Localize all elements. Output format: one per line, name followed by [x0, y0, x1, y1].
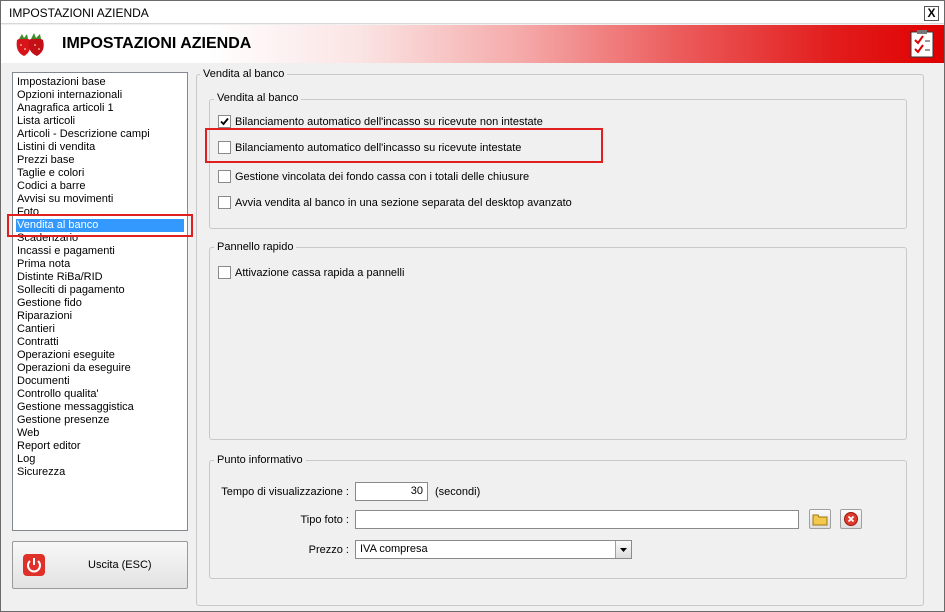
tempo-label: Tempo di visualizzazione : [221, 486, 349, 498]
tempo-unit: (secondi) [435, 486, 481, 498]
sidebar-item[interactable]: Cantieri [16, 323, 55, 336]
sidebar-item[interactable]: Codici a barre [16, 180, 85, 193]
title-bar: IMPOSTAZIONI AZIENDA X [1, 1, 944, 24]
clear-photo-button[interactable] [840, 509, 862, 529]
sidebar-item[interactable]: Avvisi su movimenti [16, 193, 113, 206]
sidebar-item[interactable]: Sicurezza [16, 466, 65, 479]
sidebar-item[interactable]: Gestione messaggistica [16, 401, 134, 414]
prezzo-select[interactable]: IVA compresa [355, 540, 632, 559]
tempo-input[interactable]: 30 [355, 482, 428, 501]
punto-group-label: Punto informativo [214, 454, 306, 466]
vendita-group-label: Vendita al banco [214, 92, 302, 104]
checkmark-icon [220, 117, 229, 126]
sidebar-item[interactable]: Anagrafica articoli 1 [16, 102, 114, 115]
sidebar-item[interactable]: Operazioni da eseguire [16, 362, 131, 375]
exit-button[interactable]: Uscita (ESC) [12, 541, 188, 589]
sidebar-item[interactable]: Articoli - Descrizione campi [16, 128, 150, 141]
settings-category-list[interactable]: Impostazioni base Opzioni internazionali A… [12, 72, 188, 531]
option-label-4: Avvia vendita al banco in una sezione se… [235, 197, 572, 209]
sidebar-item[interactable]: Gestione fido [16, 297, 82, 310]
pannello-group-label: Pannello rapido [214, 241, 297, 253]
sidebar-item[interactable]: Impostazioni base [16, 76, 106, 89]
sidebar-item[interactable]: Contratti [16, 336, 59, 349]
sidebar-item[interactable]: Taglie e colori [16, 167, 84, 180]
dropdown-arrow[interactable] [615, 541, 631, 558]
header-banner: IMPOSTAZIONI AZIENDA [1, 25, 944, 63]
prezzo-selected-value: IVA compresa [360, 543, 428, 555]
chevron-down-icon [620, 548, 627, 552]
option-checkbox-3[interactable] [218, 170, 231, 183]
outer-group-label: Vendita al banco [200, 68, 288, 80]
browse-folder-button[interactable] [809, 509, 831, 529]
pannelli-label: Attivazione cassa rapida a pannelli [235, 267, 405, 279]
foto-input[interactable] [355, 510, 799, 529]
sidebar-highlight-box [7, 214, 193, 237]
sidebar-item[interactable]: Controllo qualita' [16, 388, 99, 401]
strawberries-icon [16, 33, 44, 56]
power-icon [23, 554, 45, 576]
sidebar-item[interactable]: Prima nota [16, 258, 70, 271]
folder-icon [812, 514, 828, 526]
option-checkbox-1[interactable] [218, 115, 231, 128]
sidebar-item[interactable]: Distinte RiBa/RID [16, 271, 103, 284]
sidebar-item[interactable]: Report editor [16, 440, 81, 453]
sidebar-item[interactable]: Log [16, 453, 35, 466]
header-title: IMPOSTAZIONI AZIENDA [62, 35, 252, 52]
sidebar-item[interactable]: Incassi e pagamenti [16, 245, 115, 258]
sidebar-item[interactable]: Solleciti di pagamento [16, 284, 125, 297]
prezzo-label: Prezzo : [308, 544, 349, 556]
sidebar-item[interactable]: Opzioni internazionali [16, 89, 122, 102]
delete-icon [844, 512, 858, 526]
pannelli-checkbox[interactable] [218, 266, 231, 279]
sidebar-item[interactable]: Documenti [16, 375, 70, 388]
sidebar-item[interactable]: Web [16, 427, 39, 440]
sidebar-item[interactable]: Prezzi base [16, 154, 74, 167]
sidebar-item[interactable]: Operazioni eseguite [16, 349, 115, 362]
window-title: IMPOSTAZIONI AZIENDA [9, 6, 149, 20]
close-button[interactable]: X [924, 6, 939, 21]
exit-button-label: Uscita (ESC) [88, 559, 152, 571]
sidebar-item[interactable]: Lista articoli [16, 115, 75, 128]
option-label-1: Bilanciamento automatico dell'incasso su… [235, 116, 543, 128]
settings-window: IMPOSTAZIONI AZIENDA X IMPOSTAZIONI AZIE… [0, 0, 945, 612]
checklist-icon [910, 30, 934, 58]
option-highlight-box [205, 128, 603, 163]
sidebar-item[interactable]: Riparazioni [16, 310, 72, 323]
option-checkbox-4[interactable] [218, 196, 231, 209]
sidebar-item[interactable]: Listini di vendita [16, 141, 95, 154]
foto-label: Tipo foto : [300, 514, 349, 526]
sidebar-item[interactable]: Gestione presenze [16, 414, 109, 427]
option-label-3: Gestione vincolata dei fondo cassa con i… [235, 171, 530, 183]
